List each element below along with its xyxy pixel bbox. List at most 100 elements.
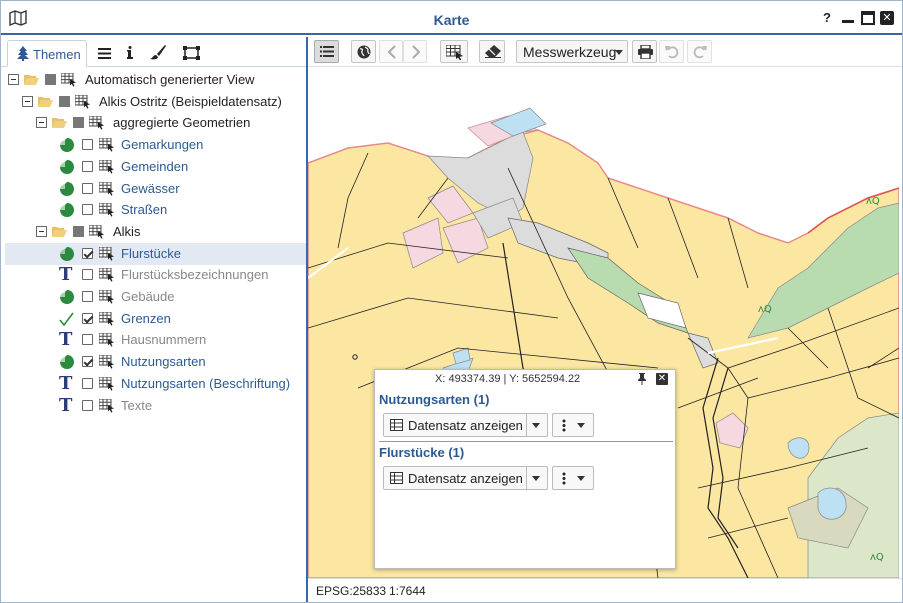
window-title: Karte bbox=[433, 12, 470, 28]
text-layer-icon: T bbox=[59, 373, 73, 394]
polygon-layer-icon bbox=[60, 160, 74, 174]
measure-tool-dropdown[interactable]: Messwerkzeug bbox=[516, 40, 628, 63]
tree-row-label: Nutzungsarten bbox=[121, 354, 206, 369]
collapse-toggle-icon[interactable] bbox=[22, 96, 33, 107]
feature-select-button[interactable] bbox=[440, 40, 468, 63]
layer-visibility-checkbox[interactable] bbox=[82, 334, 93, 345]
table-cursor-icon[interactable] bbox=[75, 95, 91, 109]
print-button[interactable] bbox=[632, 40, 657, 63]
forward-button[interactable] bbox=[403, 40, 427, 63]
table-cursor-icon[interactable] bbox=[99, 333, 115, 347]
tree-row-label: Alkis Ostritz (Beispieldatensatz) bbox=[99, 94, 282, 109]
collapse-toggle-icon[interactable] bbox=[36, 117, 47, 128]
tab-info[interactable] bbox=[123, 40, 139, 67]
tree-row[interactable]: Straßen bbox=[5, 199, 306, 221]
table-cursor-icon[interactable] bbox=[99, 160, 115, 174]
tree-row[interactable]: Gemeinden bbox=[5, 156, 306, 178]
table-cursor-icon[interactable] bbox=[89, 116, 105, 130]
visibility-mixed-icon[interactable] bbox=[45, 74, 56, 85]
maximize-button[interactable] bbox=[861, 11, 875, 25]
table-cursor-icon[interactable] bbox=[99, 399, 115, 413]
tree-row[interactable]: T Hausnummern bbox=[5, 329, 306, 351]
tab-list[interactable] bbox=[96, 40, 116, 67]
table-cursor-icon[interactable] bbox=[89, 225, 105, 239]
show-record-button-nutzungsarten[interactable]: Datensatz anzeigen bbox=[383, 413, 548, 437]
tree-row[interactable]: Automatisch generierter View bbox=[5, 69, 306, 91]
tab-themen[interactable]: Themen bbox=[7, 40, 87, 67]
layer-visibility-checkbox[interactable] bbox=[82, 291, 93, 302]
visibility-mixed-icon[interactable] bbox=[73, 226, 84, 237]
visibility-mixed-icon[interactable] bbox=[59, 96, 70, 107]
tree-row-label: Gemeinden bbox=[121, 159, 189, 174]
layer-visibility-checkbox[interactable] bbox=[82, 139, 93, 150]
polygon-layer-icon bbox=[60, 182, 74, 196]
minimize-button[interactable] bbox=[841, 11, 855, 25]
help-button[interactable]: ? bbox=[823, 10, 837, 25]
layer-visibility-checkbox[interactable] bbox=[82, 378, 93, 389]
tree-row[interactable]: Alkis Ostritz (Beispieldatensatz) bbox=[5, 91, 306, 113]
measure-tool-label: Messwerkzeug bbox=[523, 44, 617, 60]
table-cursor-icon[interactable] bbox=[99, 312, 115, 326]
text-layer-icon: T bbox=[59, 264, 73, 285]
more-options-button-flurstuecke[interactable] bbox=[552, 466, 594, 490]
tree-row[interactable]: Flurstücke bbox=[5, 243, 306, 265]
brush-icon bbox=[150, 45, 166, 60]
layer-visibility-checkbox[interactable] bbox=[82, 356, 93, 367]
table-cursor-icon[interactable] bbox=[99, 268, 115, 282]
tree-row[interactable]: T Nutzungsarten (Beschriftung) bbox=[5, 373, 306, 395]
tree-row[interactable]: Gemarkungen bbox=[5, 134, 306, 156]
back-button[interactable] bbox=[379, 40, 403, 63]
layer-visibility-checkbox[interactable] bbox=[82, 183, 93, 194]
polygon-layer-icon bbox=[60, 138, 74, 152]
tree-row[interactable]: Grenzen bbox=[5, 308, 306, 330]
tree-row[interactable]: Nutzungsarten bbox=[5, 351, 306, 373]
tree-row[interactable]: Alkis bbox=[5, 221, 306, 243]
collapse-toggle-icon[interactable] bbox=[36, 226, 47, 237]
table-cursor-icon[interactable] bbox=[61, 73, 77, 87]
tree-row[interactable]: T Flurstücksbezeichnungen bbox=[5, 264, 306, 286]
text-layer-icon: T bbox=[59, 329, 73, 350]
pin-icon[interactable] bbox=[637, 373, 647, 385]
tree-row[interactable]: T Texte bbox=[5, 395, 306, 417]
undo-button[interactable] bbox=[659, 40, 684, 63]
table-cursor-icon[interactable] bbox=[99, 138, 115, 152]
visibility-mixed-icon[interactable] bbox=[73, 117, 84, 128]
table-icon bbox=[390, 472, 403, 484]
list-icon bbox=[98, 48, 111, 59]
globe-button[interactable] bbox=[351, 40, 376, 63]
feature-info-popup: X: 493374.39 | Y: 5652594.22 ✕ Nutzungsa… bbox=[374, 369, 676, 569]
show-record-button-flurstuecke[interactable]: Datensatz anzeigen bbox=[383, 466, 548, 490]
table-cursor-icon[interactable] bbox=[99, 203, 115, 217]
table-cursor-icon[interactable] bbox=[99, 355, 115, 369]
popup-section-title-flurstuecke: Flurstücke (1) bbox=[379, 445, 465, 460]
tree-row[interactable]: Gewässer bbox=[5, 178, 306, 200]
layer-visibility-checkbox[interactable] bbox=[82, 269, 93, 280]
table-cursor-icon[interactable] bbox=[99, 290, 115, 304]
tree-row[interactable]: Gebäude bbox=[5, 286, 306, 308]
popup-close-button[interactable]: ✕ bbox=[656, 373, 668, 385]
tab-style[interactable] bbox=[149, 40, 169, 67]
tree-row-label: Hausnummern bbox=[121, 332, 207, 347]
table-cursor-icon[interactable] bbox=[99, 377, 115, 391]
layer-visibility-checkbox[interactable] bbox=[82, 161, 93, 172]
tree-row[interactable]: aggregierte Geometrien bbox=[5, 112, 306, 134]
chevron-down-icon bbox=[577, 476, 585, 481]
close-button[interactable]: ✕ bbox=[880, 11, 894, 25]
tree-row-label: aggregierte Geometrien bbox=[113, 115, 251, 130]
layer-visibility-checkbox[interactable] bbox=[82, 313, 93, 324]
table-cursor-icon[interactable] bbox=[99, 182, 115, 196]
table-icon bbox=[390, 419, 403, 431]
svg-text:ʌQ: ʌQ bbox=[866, 196, 880, 207]
legend-toggle-button[interactable] bbox=[314, 40, 339, 63]
tab-select[interactable] bbox=[181, 40, 203, 67]
eraser-button[interactable] bbox=[479, 40, 505, 63]
tree-row-label: Nutzungsarten (Beschriftung) bbox=[121, 376, 291, 391]
more-options-button-nutzungsarten[interactable] bbox=[552, 413, 594, 437]
layer-visibility-checkbox[interactable] bbox=[82, 248, 93, 259]
redo-button[interactable] bbox=[687, 40, 712, 63]
table-cursor-icon[interactable] bbox=[99, 247, 115, 261]
collapse-toggle-icon[interactable] bbox=[8, 74, 19, 85]
eraser-icon bbox=[485, 45, 501, 58]
layer-visibility-checkbox[interactable] bbox=[82, 204, 93, 215]
layer-visibility-checkbox[interactable] bbox=[82, 400, 93, 411]
